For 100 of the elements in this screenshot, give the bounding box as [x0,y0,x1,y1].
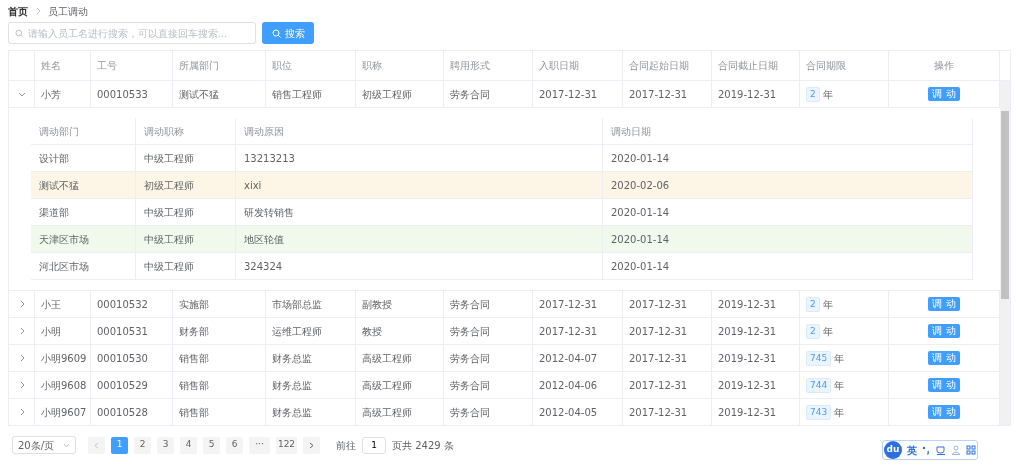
table-cell: 324324 [236,253,603,279]
table-cell: 小明9608 [35,372,91,398]
table-cell: 财务部 [173,318,266,344]
term-tag: 2 [806,323,820,339]
table-cell: 高级工程师 [356,399,444,425]
term-tag: 745 [806,350,832,366]
table-cell: 00010528 [91,399,173,425]
table-cell: 副教授 [356,291,444,317]
grid-icon[interactable] [966,445,976,455]
page-input[interactable]: 1 [362,436,386,454]
table-cell: 销售部 [173,372,266,398]
page-size-select[interactable]: 20条/页 [12,436,76,454]
chevron-right-icon [34,7,42,15]
table-cell: 初级工程师 [136,172,236,198]
table-cell: 2017-12-31 [623,345,712,371]
search-icon [271,28,281,38]
table-cell: 渠道部 [31,199,136,225]
scrollbar-thumb[interactable] [1001,111,1009,299]
table-cell: xixi [236,172,603,198]
table-cell: 测试不猛 [173,81,266,107]
table-cell: 2017-12-31 [533,318,623,344]
column-header: 合同截止日期 [712,51,800,80]
column-header: 调动职称 [136,118,236,144]
ime-logo[interactable]: du [884,441,902,459]
total-text: 页共 2429 条 [392,438,454,453]
table-cell: 2019-12-31 [712,318,800,344]
unit-text: 年 [834,405,845,420]
unit-text: 年 [834,351,845,366]
column-header: 合同起始日期 [623,51,712,80]
table-cell: 00010529 [91,372,173,398]
table-cell: 劳务合同 [444,345,533,371]
punctuation-icon[interactable] [922,445,931,455]
page-size-text: 20条/页 [18,438,55,453]
table-cell: 2019-12-31 [712,399,800,425]
table-cell: 00010533 [91,81,173,107]
column-header: 合同期限 [800,51,889,80]
table-cell: 00010531 [91,318,173,344]
table-cell: 小明 [35,318,91,344]
chevron-down-icon[interactable] [17,90,26,98]
table-cell: 初级工程师 [356,81,444,107]
table-cell: 劳务合同 [444,372,533,398]
table-cell: 小芳 [35,81,91,107]
table-cell: 小王 [35,291,91,317]
table-cell: 2017-12-31 [623,81,712,107]
table-cell: 2017-12-31 [623,318,712,344]
column-header: 姓名 [35,51,91,80]
table-cell: 市场部总监 [266,291,356,317]
table-cell: 2012-04-07 [533,345,623,371]
table-cell: 中级工程师 [136,253,236,279]
table-cell: 财务总监 [266,399,356,425]
input-mode-toggle[interactable]: 英 [907,442,917,458]
user-icon[interactable] [951,445,961,455]
table-cell: 2017-12-31 [533,291,623,317]
term-tag: 743 [806,404,832,420]
table-cell: 销售工程师 [266,81,356,107]
column-header: 入职日期 [533,51,623,80]
table-cell: 中级工程师 [136,199,236,225]
table-cell: 设计部 [31,145,136,171]
table-cell: 2012-04-06 [533,372,623,398]
column-header: 职位 [266,51,356,80]
column-header: 调动日期 [603,118,973,144]
unit-text: 年 [822,324,833,339]
breadcrumb-link[interactable]: 首页 [8,3,28,19]
page-button[interactable]: 122 [276,436,297,454]
column-header: 所属部门 [173,51,266,80]
table-cell: 运维工程师 [266,318,356,344]
table-cell: 2017-12-31 [623,291,712,317]
page-button[interactable]: 2 [134,436,151,454]
table-cell: 研发转销售 [236,199,603,225]
goto-label: 前往 [336,438,356,453]
table-cell: 河北区市场 [31,253,136,279]
table-cell: 2019-12-31 [712,372,800,398]
page-button[interactable]: 3 [157,436,174,454]
table-cell: 高级工程师 [356,372,444,398]
next-page-button[interactable] [303,436,320,454]
column-header: 聘用形式 [444,51,533,80]
table-cell: 13213213 [236,145,603,171]
table-cell: 2017-12-31 [623,372,712,398]
table-cell: 2019-12-31 [712,345,800,371]
page-button[interactable]: 6 [226,436,243,454]
table-cell: 劳务合同 [444,399,533,425]
table-cell: 2020-01-14 [603,145,973,171]
scrollbar[interactable] [1000,81,1010,425]
table-cell: 2017-12-31 [623,399,712,425]
column-header: 工号 [91,51,173,80]
table-cell: 实施部 [173,291,266,317]
table-cell: 销售部 [173,399,266,425]
table-cell: 2020-01-14 [603,253,973,279]
table-cell: 2019-12-31 [712,81,800,107]
table-cell: 00010532 [91,291,173,317]
column-header: 操作 [889,51,1000,80]
chevron-right-icon [308,441,315,449]
table-cell: 教授 [356,318,444,344]
table-cell: 2020-01-14 [603,226,973,252]
page-button[interactable]: 4 [180,436,197,454]
page-button[interactable]: 5 [203,436,220,454]
search-icon [15,28,24,38]
table-cell: 小明9609 [35,345,91,371]
table-cell: 2012-04-05 [533,399,623,425]
page-button[interactable]: ··· [249,436,270,454]
